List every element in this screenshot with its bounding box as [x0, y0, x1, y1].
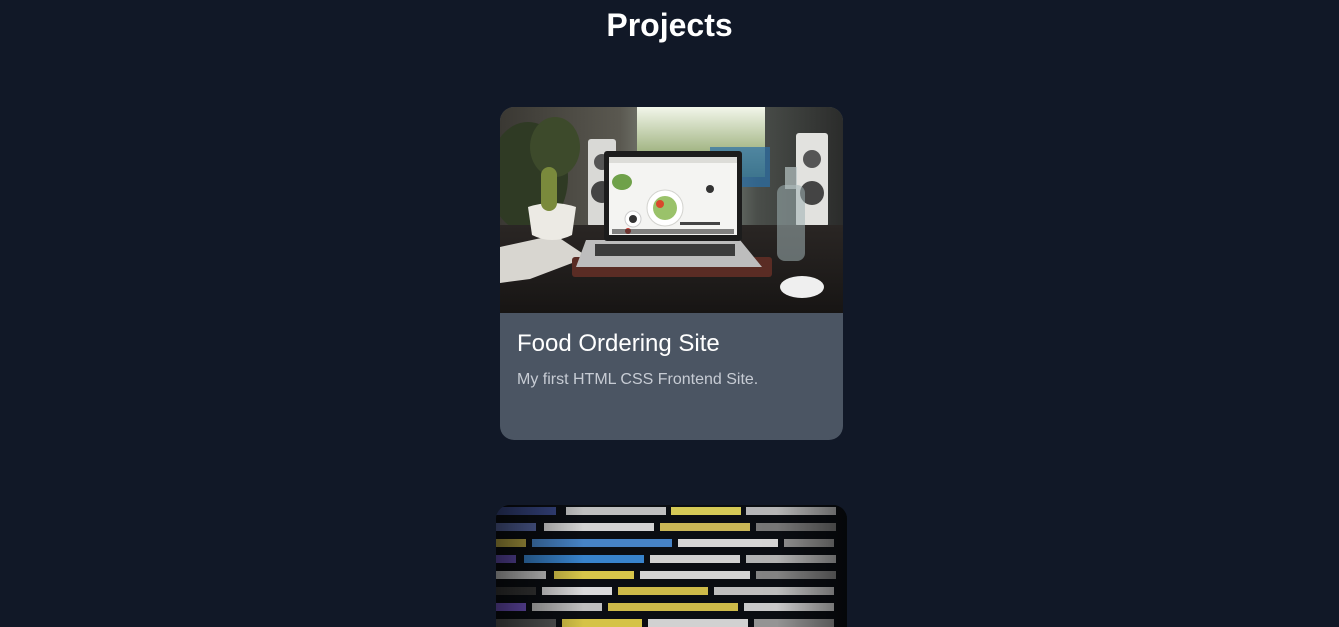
project-description: My first HTML CSS Frontend Site. — [517, 371, 759, 388]
page-title: Projects — [606, 7, 733, 43]
project-card-code[interactable] — [496, 505, 847, 627]
project-title[interactable]: Food Ordering Site — [517, 330, 826, 358]
project-image-laptop — [500, 107, 843, 313]
project-card-body: Food Ordering Site My first HTML CSS Fro… — [517, 313, 826, 390]
project-card-food-ordering[interactable]: Food Ordering Site My first HTML CSS Fro… — [500, 107, 843, 440]
project-image-code — [496, 505, 847, 627]
